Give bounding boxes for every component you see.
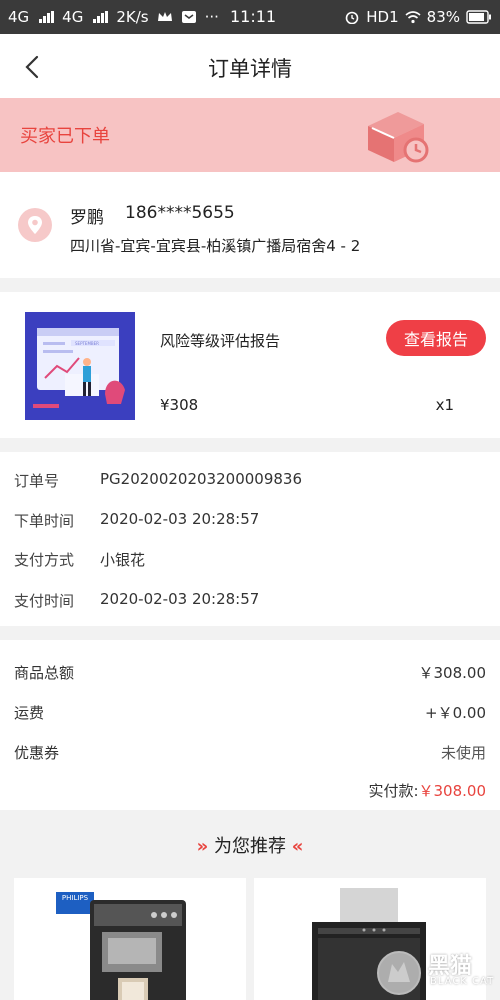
watermark: 黑猫 BLACK CAT <box>372 946 496 998</box>
total-row-goods: 商品总额 ￥308.00 <box>14 662 486 686</box>
goods-total: ￥308.00 <box>418 664 487 682</box>
address-line: 四川省-宜宾-宜宾县-柏溪镇广播局宿舍4 - 2 <box>70 237 361 255</box>
clock: 11:11 <box>230 7 277 26</box>
mail-icon <box>181 11 196 23</box>
info-label: 支付时间 <box>14 592 75 610</box>
recommend-card[interactable]: PHILIPS <box>14 878 246 1000</box>
shipping-address[interactable]: 罗鹏 186****5655 四川省-宜宾-宜宾县-柏溪镇广播局宿舍4 - 2 <box>0 172 500 278</box>
net-speed: 2K/s <box>116 8 149 26</box>
total-label: 商品总额 <box>14 664 75 682</box>
network-label-1: 4G <box>8 8 30 26</box>
order-status-text: 买家已下单 <box>20 126 110 147</box>
paid-amount: ￥308.00 <box>418 782 487 800</box>
double-chevron-right-icon: » <box>196 836 209 857</box>
paid-label: 实付款: <box>368 782 419 800</box>
double-chevron-left-icon: « <box>291 836 304 857</box>
signal-icon <box>93 11 109 23</box>
coupon-status: 未使用 <box>440 744 486 762</box>
amount-paid: 实付款:￥308.00 <box>368 780 486 801</box>
shipping-fee: +￥0.00 <box>425 704 486 722</box>
order-time: 2020-02-03 20:28:57 <box>100 510 260 528</box>
hd-label: HD1 <box>366 8 399 26</box>
product-card: SEPTEMBER 风险等级评估报告 查看报告 ¥308 x1 <box>0 292 500 438</box>
order-status-banner: 买家已下单 <box>0 98 500 172</box>
battery-level: 83% <box>426 8 460 26</box>
coffee-machine-image <box>90 900 186 1000</box>
thumb-text: SEPTEMBER <box>75 341 99 346</box>
info-label: 支付方式 <box>14 551 75 569</box>
status-bar: 4G 4G 2K/s ··· 11:11 HD1 83% <box>0 0 500 34</box>
crown-icon <box>157 12 172 21</box>
black-cat-logo-icon <box>377 951 421 995</box>
recommend-title: 为您推荐 <box>214 836 286 857</box>
wifi-icon <box>405 11 421 24</box>
watermark-subtext: BLACK CAT <box>430 976 495 987</box>
package-icon <box>368 112 429 163</box>
info-label: 下单时间 <box>14 512 75 530</box>
location-pin-icon <box>18 208 52 242</box>
payment-method: 小银花 <box>100 551 146 569</box>
total-row-coupon: 优惠券 未使用 <box>14 742 486 766</box>
payment-time: 2020-02-03 20:28:57 <box>100 590 260 608</box>
recipient-name: 罗鹏 <box>70 208 104 228</box>
info-label: 订单号 <box>14 472 60 490</box>
recommend-header: » 为您推荐 « <box>0 832 500 858</box>
product-quantity: x1 <box>435 396 454 414</box>
battery-icon <box>466 10 491 24</box>
page-title: 订单详情 <box>208 57 292 81</box>
total-label: 优惠券 <box>14 744 60 762</box>
order-info: 订单号 PG2020020203200009836 下单时间 2020-02-0… <box>0 452 500 626</box>
product-price: ¥308 <box>160 396 199 414</box>
total-row-shipping: 运费 +￥0.00 <box>14 702 486 726</box>
recipient-phone: 186****5655 <box>125 203 235 223</box>
product-thumbnail[interactable]: SEPTEMBER <box>25 312 135 420</box>
network-label-2: 4G <box>62 8 84 26</box>
view-report-button[interactable]: 查看报告 <box>386 320 486 356</box>
nav-bar: 订单详情 <box>0 34 500 98</box>
alarm-icon <box>345 11 359 24</box>
order-totals: 商品总额 ￥308.00 运费 +￥0.00 优惠券 未使用 实付款:￥308.… <box>0 640 500 810</box>
signal-icon <box>39 11 55 23</box>
more-dots-icon: ··· <box>204 8 219 26</box>
order-number: PG2020020203200009836 <box>100 470 302 488</box>
product-name: 风险等级评估报告 <box>160 332 281 350</box>
total-label: 运费 <box>14 704 45 722</box>
